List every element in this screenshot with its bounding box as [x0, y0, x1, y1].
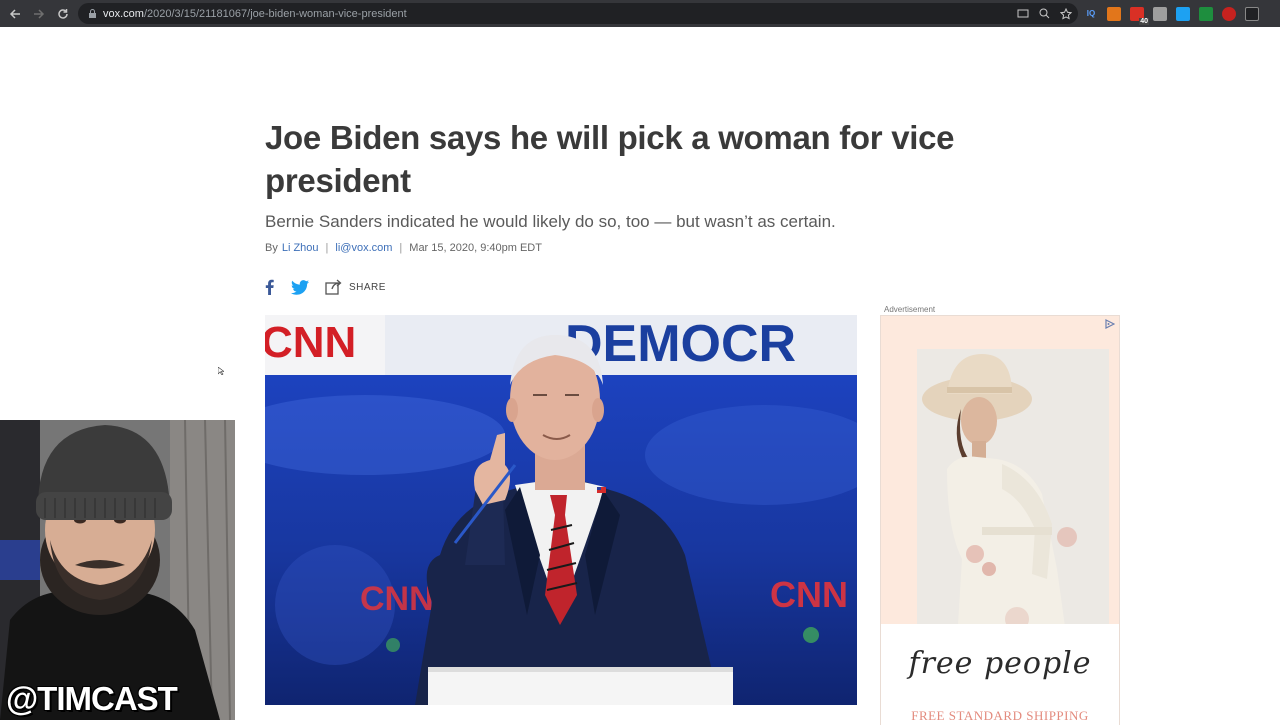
ad-shipping-text: FREE STANDARD SHIPPING	[911, 708, 1089, 723]
advertisement-banner[interactable]: free people FREE STANDARD SHIPPING	[880, 315, 1120, 726]
fox-extension-icon[interactable]	[1107, 6, 1121, 21]
url-host: vox.com	[103, 7, 144, 20]
extension-badge: 40	[1139, 17, 1149, 25]
byline-prefix: By	[265, 242, 278, 254]
author-link[interactable]: Li Zhou	[282, 242, 319, 254]
twitter-icon[interactable]	[291, 279, 309, 295]
byline-divider: |	[325, 242, 329, 254]
badge-extension-icon[interactable]: 40	[1130, 6, 1149, 25]
author-email-link[interactable]: li@vox.com	[335, 242, 392, 254]
arrow-right-icon	[34, 8, 45, 19]
reload-icon	[58, 8, 68, 19]
arrow-left-icon	[9, 8, 20, 19]
cnn-background-logo: CNN	[360, 580, 434, 618]
twitter-extension-icon[interactable]	[1176, 6, 1190, 21]
cnn-banner-logo: CNN	[265, 318, 356, 367]
cnn-background-logo-right: CNN	[770, 574, 848, 615]
byline: By Li Zhou | li@vox.com | Mar 15, 2020, …	[265, 242, 542, 254]
adchoices-icon[interactable]	[1105, 319, 1115, 329]
gray-extension-icon[interactable]	[1153, 6, 1167, 21]
forward-button[interactable]	[27, 0, 51, 27]
reload-button[interactable]	[51, 0, 75, 27]
shield-extension-icon[interactable]	[1199, 6, 1213, 21]
ad-brand-logo: free people	[908, 646, 1092, 681]
zoom-icon[interactable]	[1039, 8, 1050, 19]
share-label: SHARE	[349, 281, 386, 293]
share-button[interactable]: SHARE	[325, 279, 386, 295]
publish-timestamp: Mar 15, 2020, 9:40pm EDT	[409, 242, 542, 254]
article-headline: Joe Biden says he will pick a woman for …	[265, 119, 955, 199]
webcam-overlay	[0, 420, 235, 720]
address-bar[interactable]: vox.com/2020/3/15/21181067/joe-biden-wom…	[78, 3, 1078, 24]
back-button[interactable]	[3, 0, 27, 27]
article-hero-image: CNN DEMOCR CNN CNN	[265, 315, 857, 705]
share-bar: SHARE	[263, 279, 386, 295]
url-path: /2020/3/15/21181067/joe-biden-woman-vice…	[143, 7, 407, 20]
extensions-bar: IQ 40	[1084, 0, 1259, 27]
advertisement-label: Advertisement	[884, 305, 936, 314]
cast-icon[interactable]	[1017, 9, 1029, 19]
streamer-video	[0, 420, 235, 720]
mouse-cursor-icon	[218, 367, 224, 375]
byline-divider: |	[399, 242, 403, 254]
bookmark-star-icon[interactable]	[1060, 7, 1072, 20]
facebook-icon[interactable]	[263, 279, 275, 295]
debate-banner-text: DEMOCR	[565, 315, 796, 373]
channel-watermark: @TIMCAST	[6, 680, 178, 717]
share-icon	[325, 279, 342, 295]
circle-extension-icon[interactable]	[1222, 6, 1236, 21]
iq-extension-icon[interactable]: IQ	[1084, 7, 1098, 21]
browser-toolbar: vox.com/2020/3/15/21181067/joe-biden-wom…	[0, 0, 1280, 27]
article-dek: Bernie Sanders indicated he would likely…	[265, 212, 836, 231]
ad-model-photo	[917, 349, 1109, 641]
lock-icon	[89, 9, 96, 18]
hero-photo: CNN DEMOCR CNN CNN	[265, 315, 857, 705]
mask-extension-icon[interactable]	[1245, 6, 1259, 21]
